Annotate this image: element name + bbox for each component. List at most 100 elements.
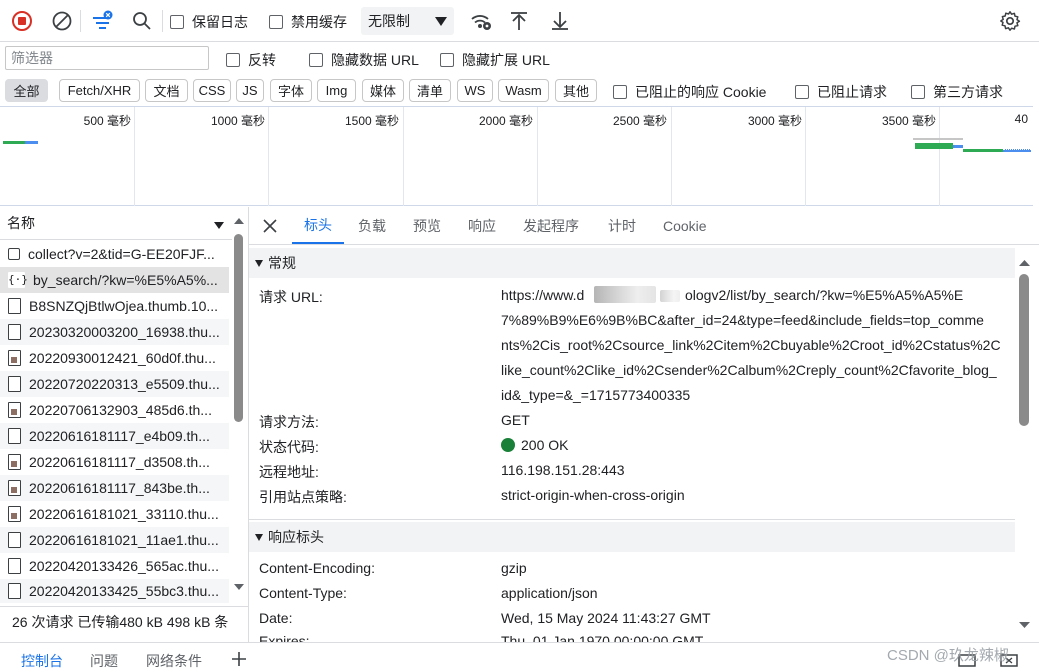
file-icon xyxy=(8,532,21,548)
tab-preview[interactable]: 预览 xyxy=(413,207,441,245)
preserve-log-checkbox[interactable]: 保留日志 xyxy=(170,12,248,32)
status-code-label: 状态代码: xyxy=(259,439,319,455)
tick-label: 40 xyxy=(1014,112,1028,126)
request-row[interactable]: 20220420133425_55bc3.thu... xyxy=(0,579,229,603)
settings-gear-icon[interactable] xyxy=(996,7,1024,35)
network-summary: 26 次请求 已传输480 kB 498 kB 条 xyxy=(0,606,248,636)
network-conditions-icon[interactable] xyxy=(467,7,495,35)
drawer-tab-network-conditions[interactable]: 网络条件 xyxy=(146,651,202,671)
timeline-bar xyxy=(1003,149,1031,152)
request-method-value: GET xyxy=(501,412,530,428)
request-name: 20220420133426_565ac.thu... xyxy=(29,558,219,574)
tab-payload[interactable]: 负载 xyxy=(358,207,386,245)
network-overview[interactable]: 500 毫秒 1000 毫秒 1500 毫秒 2000 毫秒 2500 毫秒 3… xyxy=(0,106,1033,206)
add-tab-icon[interactable] xyxy=(225,645,253,672)
separator xyxy=(80,10,81,32)
request-row[interactable]: 20230320003200_16938.thu... xyxy=(0,319,229,345)
request-row[interactable]: 20220616181117_843be.th... xyxy=(0,475,229,501)
preserve-log-label: 保留日志 xyxy=(192,14,248,30)
request-row[interactable]: 20220616181021_33110.thu... xyxy=(0,501,229,527)
request-row[interactable]: 20220420133426_565ac.thu... xyxy=(0,553,229,579)
tick-label: 2500 毫秒 xyxy=(612,114,667,128)
request-row[interactable]: 20220930012421_60d0f.thu... xyxy=(0,345,229,371)
drawer-tab-issues[interactable]: 问题 xyxy=(90,651,118,671)
throttling-select[interactable]: 无限制 xyxy=(361,7,454,35)
header-value: gzip xyxy=(501,560,527,576)
request-row[interactable]: 20220720220313_e5509.thu... xyxy=(0,371,229,397)
details-scrollbar[interactable] xyxy=(1017,250,1032,636)
general-section-header[interactable]: 常规 xyxy=(249,248,1015,278)
type-filter-font[interactable]: 字体 xyxy=(270,79,312,102)
checkbox-icon[interactable] xyxy=(170,15,184,29)
request-row[interactable]: 20220616181117_e4b09.th... xyxy=(0,423,229,449)
hide-data-url-label: 隐藏数据 URL xyxy=(331,52,419,68)
third-party-checkbox[interactable]: 第三方请求 xyxy=(911,82,1003,102)
tab-response[interactable]: 响应 xyxy=(468,207,496,245)
grid-line xyxy=(537,107,538,206)
checkbox-icon[interactable] xyxy=(226,53,240,67)
type-filter-other[interactable]: 其他 xyxy=(555,79,597,102)
name-column-header[interactable]: 名称 xyxy=(0,207,232,240)
header-value: application/json xyxy=(501,585,598,601)
tab-headers[interactable]: 标头 xyxy=(292,207,344,244)
checkbox-icon[interactable] xyxy=(309,53,323,67)
type-filter-fetch-xhr[interactable]: Fetch/XHR xyxy=(59,79,140,102)
request-row[interactable]: 20220616181117_d3508.th... xyxy=(0,449,229,475)
redacted-blur xyxy=(594,286,656,303)
tick-label: 3000 毫秒 xyxy=(747,114,802,128)
record-stop-icon[interactable] xyxy=(8,7,36,35)
checkbox-icon[interactable] xyxy=(911,85,925,99)
image-icon xyxy=(8,506,21,522)
type-filter-css[interactable]: CSS xyxy=(193,79,231,102)
timeline-bar xyxy=(3,141,25,144)
close-icon[interactable] xyxy=(256,212,284,240)
filter-input[interactable] xyxy=(5,46,209,70)
blocked-requests-checkbox[interactable]: 已阻止请求 xyxy=(795,82,887,102)
request-name: collect?v=2&tid=G-EE20FJF... xyxy=(28,246,215,262)
checkbox-icon[interactable] xyxy=(795,85,809,99)
drawer-tab-console[interactable]: 控制台 xyxy=(21,651,63,671)
file-icon xyxy=(8,376,21,392)
type-filter-js[interactable]: JS xyxy=(236,79,264,102)
filter-active-icon[interactable] xyxy=(88,7,116,35)
type-filter-manifest[interactable]: 清单 xyxy=(409,79,451,102)
tick-label: 2000 毫秒 xyxy=(478,114,533,128)
request-row[interactable]: 20220616181021_11ae1.thu... xyxy=(0,527,229,553)
request-row[interactable]: B8SNZQjBtlwOjea.thumb.10... xyxy=(0,293,229,319)
request-list-scrollbar[interactable] xyxy=(232,212,246,602)
blocked-cookies-checkbox[interactable]: 已阻止的响应 Cookie xyxy=(613,82,766,102)
disable-cache-checkbox[interactable]: 禁用缓存 xyxy=(269,12,347,32)
export-har-icon[interactable] xyxy=(546,7,574,35)
hide-ext-url-checkbox[interactable]: 隐藏扩展 URL xyxy=(440,50,550,70)
status-dot-icon xyxy=(501,438,515,452)
request-row[interactable]: collect?v=2&tid=G-EE20FJF... xyxy=(0,241,229,267)
request-row-selected[interactable]: {·} by_search/?kw=%E5%A5%... xyxy=(0,267,229,293)
type-filter-media[interactable]: 媒体 xyxy=(362,79,404,102)
request-name: by_search/?kw=%E5%A5%... xyxy=(33,272,218,288)
request-url-line: nts%2Cis_root%2Csource_link%2Citem%2Cbuy… xyxy=(501,337,1001,353)
search-icon[interactable] xyxy=(128,7,156,35)
tab-cookies[interactable]: Cookie xyxy=(663,207,707,245)
type-filter-img[interactable]: Img xyxy=(317,79,356,102)
request-row[interactable]: 20220706132903_485d6.th... xyxy=(0,397,229,423)
checkbox-icon[interactable] xyxy=(440,53,454,67)
type-filter-doc[interactable]: 文档 xyxy=(145,79,188,102)
type-filter-all[interactable]: 全部 xyxy=(5,79,48,102)
hide-data-url-checkbox[interactable]: 隐藏数据 URL xyxy=(309,50,419,70)
tab-timing[interactable]: 计时 xyxy=(608,207,636,245)
sort-arrow-icon[interactable] xyxy=(214,222,224,229)
tick-label: 500 毫秒 xyxy=(83,114,131,128)
watermark: CSDN @玖龙辣椒 xyxy=(887,647,1009,664)
checkbox-icon[interactable] xyxy=(613,85,627,99)
import-har-icon[interactable] xyxy=(505,7,533,35)
response-headers-section-header[interactable]: 响应标头 xyxy=(249,522,1015,552)
type-filter-wasm[interactable]: Wasm xyxy=(498,79,549,102)
tab-initiator[interactable]: 发起程序 xyxy=(523,207,579,245)
invert-checkbox[interactable]: 反转 xyxy=(226,50,276,70)
checkbox-icon[interactable] xyxy=(269,15,283,29)
header-value: Thu, 01 Jan 1970 00:00:00 GMT xyxy=(501,634,704,642)
header-name: Date: xyxy=(259,610,293,626)
blocked-requests-label: 已阻止请求 xyxy=(817,84,887,100)
clear-icon[interactable] xyxy=(48,7,76,35)
type-filter-ws[interactable]: WS xyxy=(457,79,493,102)
